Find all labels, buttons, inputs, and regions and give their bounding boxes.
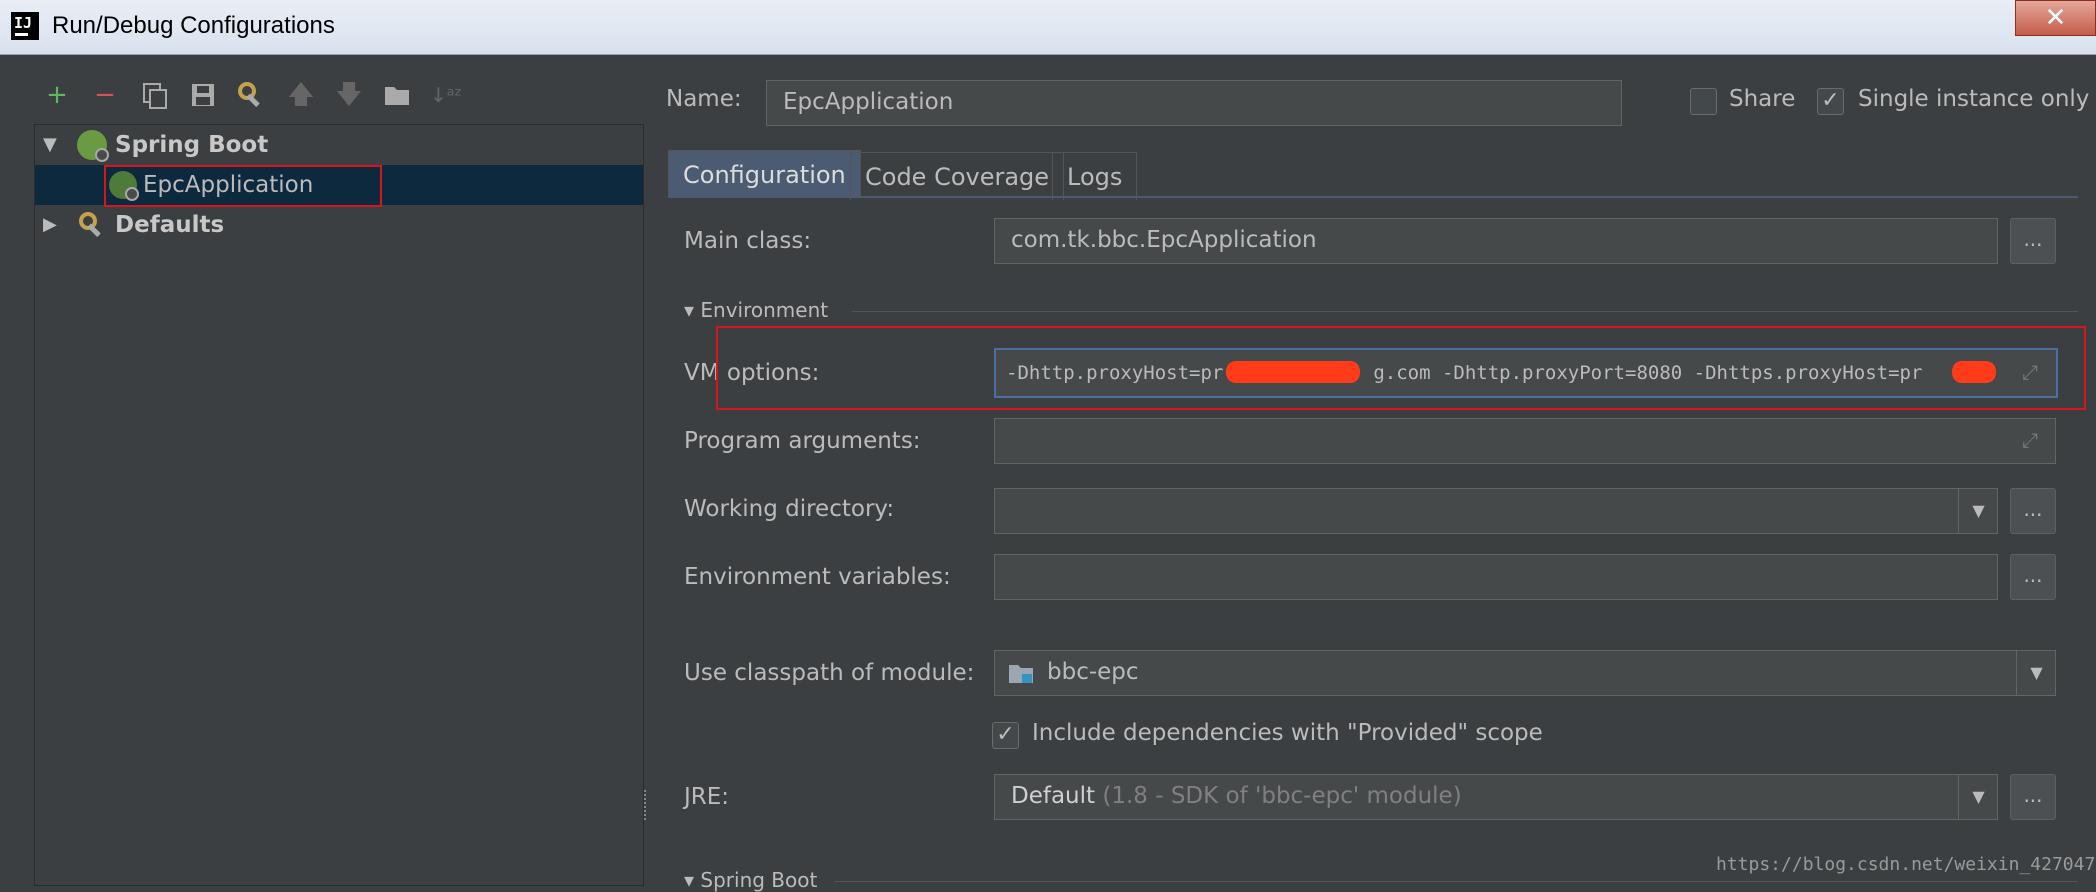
configuration-tree: ▼ Spring Boot EpcApplication ▶ Defaults xyxy=(34,124,644,886)
add-icon[interactable]: + xyxy=(42,80,72,110)
spring-boot-divider xyxy=(834,881,2078,882)
share-label: Share xyxy=(1729,86,1796,112)
single-instance-label: Single instance only xyxy=(1858,86,2090,112)
expand-triangle-icon[interactable]: ▼ xyxy=(43,125,57,165)
intellij-app-icon: IJ xyxy=(11,12,39,40)
working-directory-label: Working directory: xyxy=(684,496,895,522)
folder-icon[interactable] xyxy=(382,80,412,110)
remove-icon[interactable]: − xyxy=(90,80,120,110)
environment-variables-label: Environment variables: xyxy=(684,564,951,590)
environment-variables-input[interactable] xyxy=(994,554,1998,600)
annotation-highlight-box xyxy=(104,165,382,207)
spring-boot-section-toggle[interactable]: ▾ Spring Boot xyxy=(684,868,817,892)
environment-label: Environment xyxy=(700,298,829,322)
classpath-module-value: bbc-epc xyxy=(1047,659,1139,685)
jre-detail: (1.8 - SDK of 'bbc-epc' module) xyxy=(1102,783,1462,809)
close-button[interactable]: ✕ xyxy=(2015,0,2096,36)
sort-icon[interactable]: ↓ᵃᶻ xyxy=(430,80,462,110)
tab-code-coverage[interactable]: Code Coverage xyxy=(850,152,1065,200)
tab-configuration[interactable]: Configuration xyxy=(668,150,861,198)
tab-logs[interactable]: Logs xyxy=(1052,152,1138,200)
collapse-triangle-icon[interactable]: ▶ xyxy=(43,205,57,245)
classpath-module-select[interactable]: bbc-epc xyxy=(994,650,2056,696)
program-arguments-input[interactable] xyxy=(994,418,2056,464)
environment-divider xyxy=(852,311,2078,312)
move-up-icon[interactable]: 🡅 xyxy=(286,80,316,110)
tree-group-defaults[interactable]: ▶ Defaults xyxy=(35,205,643,245)
jre-select[interactable]: Default (1.8 - SDK of 'bbc-epc' module) xyxy=(994,774,1998,820)
working-directory-input[interactable] xyxy=(994,488,1998,534)
tree-group-label: Spring Boot xyxy=(115,132,269,158)
tree-group-label: Defaults xyxy=(115,212,225,238)
classpath-module-dropdown-icon[interactable]: ▼ xyxy=(2016,651,2056,695)
jre-label: JRE: xyxy=(684,784,730,810)
annotation-highlight-box xyxy=(716,326,2086,410)
section-triangle-icon: ▾ xyxy=(684,868,701,892)
copy-icon[interactable] xyxy=(140,80,170,110)
main-class-input[interactable]: com.tk.bbc.EpcApplication xyxy=(994,218,1998,264)
include-provided-checkbox[interactable]: ✓ xyxy=(992,722,1019,749)
spring-boot-section-label: Spring Boot xyxy=(700,868,818,892)
module-folder-icon xyxy=(1008,662,1034,684)
include-provided-label: Include dependencies with "Provided" sco… xyxy=(1032,720,1543,746)
tree-group-spring-boot[interactable]: ▼ Spring Boot xyxy=(35,125,643,165)
title-bar: IJ Run/Debug Configurations ✕ xyxy=(0,0,2096,55)
single-instance-checkbox[interactable]: ✓ xyxy=(1817,88,1844,115)
main-class-browse-button[interactable]: ... xyxy=(2010,218,2056,264)
name-input[interactable]: EpcApplication xyxy=(766,80,1622,126)
window-title: Run/Debug Configurations xyxy=(52,12,335,39)
environment-section-toggle[interactable]: ▾ Environment xyxy=(684,298,828,322)
working-directory-browse-button[interactable]: ... xyxy=(2010,488,2056,534)
section-triangle-icon: ▾ xyxy=(684,298,701,322)
move-down-icon[interactable]: 🡇 xyxy=(334,80,364,110)
name-label: Name: xyxy=(666,86,742,112)
jre-dropdown-icon[interactable]: ▼ xyxy=(1958,775,1998,819)
environment-variables-browse-button[interactable]: ... xyxy=(2010,554,2056,600)
panel-splitter-handle[interactable] xyxy=(644,790,652,820)
working-directory-dropdown-icon[interactable]: ▼ xyxy=(1958,489,1998,533)
share-checkbox[interactable] xyxy=(1690,88,1717,115)
program-arguments-label: Program arguments: xyxy=(684,428,921,454)
defaults-wrench-icon xyxy=(77,210,107,240)
classpath-module-label: Use classpath of module: xyxy=(684,660,975,686)
jre-value: Default xyxy=(1011,783,1096,809)
save-icon[interactable] xyxy=(188,80,218,110)
watermark-text: https://blog.csdn.net/weixin_42704736 xyxy=(1716,854,2096,875)
main-class-label: Main class: xyxy=(684,228,812,254)
edit-defaults-icon[interactable] xyxy=(236,80,266,110)
jre-browse-button[interactable]: ... xyxy=(2010,774,2056,820)
spring-boot-icon xyxy=(77,130,109,162)
expand-editor-icon[interactable]: ⤢ xyxy=(2022,428,2038,452)
